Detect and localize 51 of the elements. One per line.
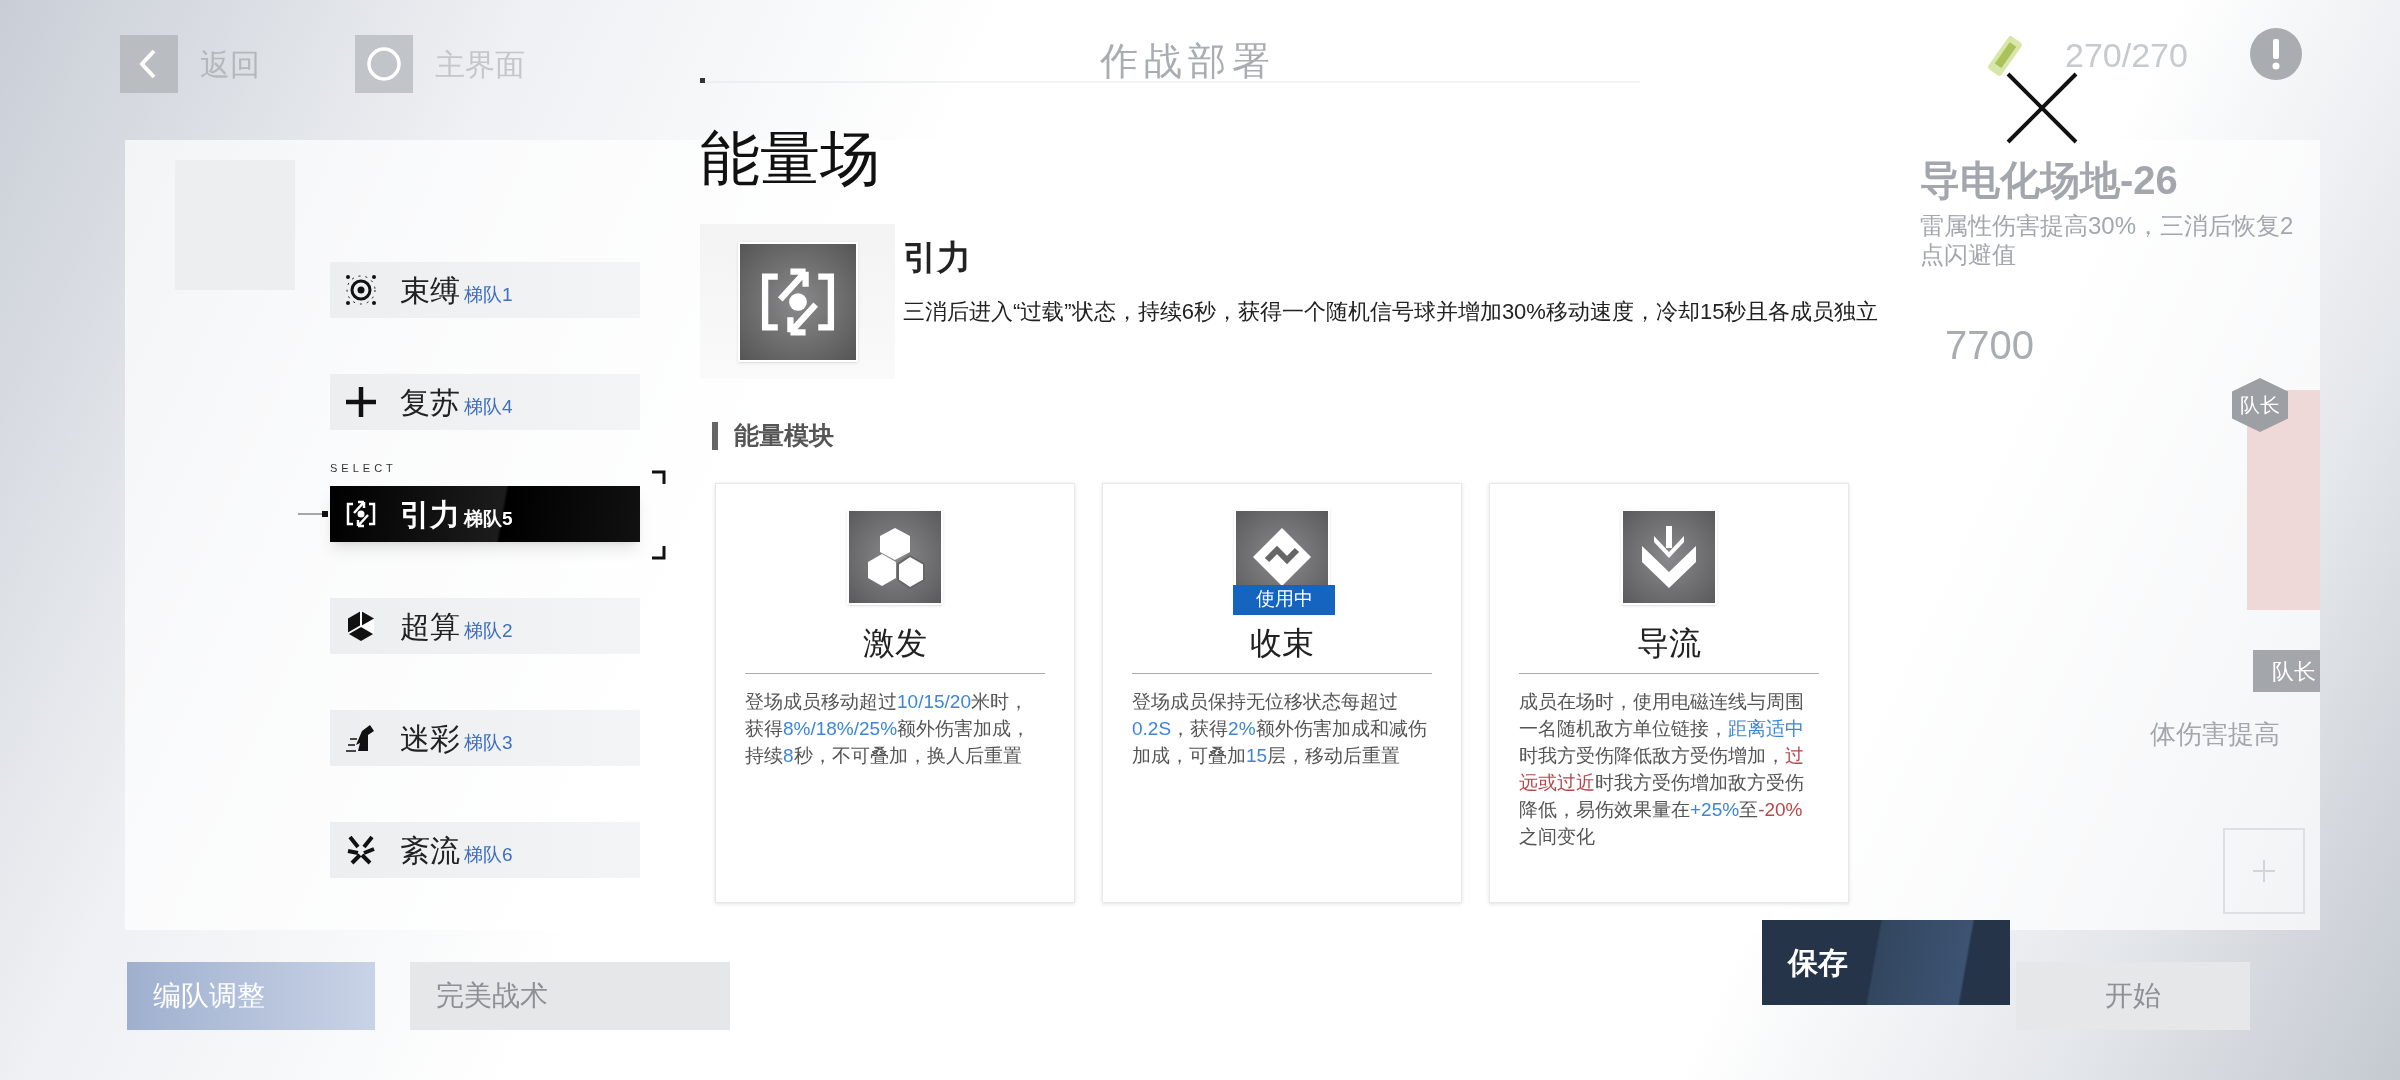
squad-label: 梯队1 bbox=[464, 282, 513, 307]
field-name: 束缚 bbox=[400, 272, 460, 309]
detail-name: 引力 bbox=[903, 237, 972, 278]
module-name: 导流 bbox=[1637, 623, 1701, 663]
squad-label: 梯队3 bbox=[464, 730, 513, 755]
page-title: 作战部署 bbox=[1100, 39, 1276, 84]
squad-label: 梯队2 bbox=[464, 618, 513, 643]
section-marker bbox=[712, 421, 718, 450]
add-slot-icon[interactable] bbox=[2223, 828, 2305, 914]
back-icon[interactable] bbox=[120, 35, 178, 93]
field-list-item[interactable]: 迷彩 梯队3 bbox=[330, 710, 640, 766]
module-name: 收束 bbox=[1250, 623, 1314, 663]
squad-label: 梯队4 bbox=[464, 394, 513, 419]
field-list-item[interactable]: 复苏 梯队4 bbox=[330, 374, 640, 430]
home-icon[interactable] bbox=[355, 35, 413, 93]
target-icon bbox=[344, 273, 378, 307]
field-name: 复苏 bbox=[400, 384, 460, 421]
plus-icon bbox=[344, 385, 378, 419]
stage-description: 点闪避值 bbox=[1920, 240, 2016, 270]
section-title: 能量模块 bbox=[734, 420, 834, 451]
in-use-badge: 使用中 bbox=[1233, 584, 1335, 615]
select-label: SELECT bbox=[330, 461, 397, 476]
stamina-counter: 270/270 bbox=[2065, 35, 2188, 76]
buff-text: 体伤害提高 bbox=[2150, 718, 2280, 751]
module-card[interactable]: 激发 登场成员移动超过10/15/20米时，获得8%/18%/25%额外伤害加成，持续8秒，不可叠加，换人后重置 bbox=[715, 482, 1075, 903]
panel-title: 能量场 bbox=[700, 124, 880, 194]
field-list-item[interactable]: 超算 梯队2 bbox=[330, 598, 640, 654]
module-description: 登场成员移动超过10/15/20米时，获得8%/18%/25%额外伤害加成，持续8秒，不可叠加，换人后重置 bbox=[745, 689, 1032, 768]
alert-icon[interactable] bbox=[2250, 28, 2302, 80]
module-card[interactable]: 使用中 收束 登场成员保持无位移状态每超过 0.2S，获得2%额外伤害加成和减伤加成，可叠加15层，移动后重置 bbox=[1102, 482, 1462, 903]
field-name: 引力 bbox=[400, 496, 460, 533]
stage-title: 导电化场地-26 bbox=[1920, 157, 2178, 204]
field-list-item[interactable]: 引力 梯队5 bbox=[330, 486, 640, 542]
field-list-item[interactable]: 紊流 梯队6 bbox=[330, 822, 640, 878]
save-button[interactable]: 保存 bbox=[1762, 920, 2010, 1005]
squad-label: 梯队6 bbox=[464, 842, 513, 867]
module-name: 激发 bbox=[863, 623, 927, 663]
field-name: 紊流 bbox=[400, 832, 460, 869]
module-card[interactable]: 导流 成员在场时，使用电磁连线与周围一名随机敌方单位链接，距离适中 时我方受伤降低敌方受伤增加，过远或过近时我方受伤增加敌方受伤降低，易伤效果量在+25%至-20% 之间变化 bbox=[1489, 482, 1849, 903]
bracket-icon bbox=[650, 470, 666, 560]
detail-description: 三消后进入“过载”状态，持续6秒，获得一个随机信号球并增加30%移动速度，冷却15秒且各成员独立 bbox=[903, 298, 1880, 326]
module-description: 登场成员保持无位移状态每超过 0.2S，获得2%额外伤害加成和减伤加成，可叠加15层，移动后重置 bbox=[1132, 689, 1428, 768]
module-description: 成员在场时，使用电磁连线与周围一名随机敌方单位链接，距离适中 时我方受伤降低敌方受伤增加，过远或过近时我方受伤增加敌方受伤降低，易伤效果量在+25%至-20% 之间变化 bbox=[1519, 689, 1805, 849]
connector-line bbox=[298, 511, 328, 517]
field-list-item[interactable]: 束缚 梯队1 bbox=[330, 262, 640, 318]
field-name: 超算 bbox=[400, 608, 460, 645]
stage-description: 雷属性伤害提高30%，三消后恢复2 bbox=[1920, 211, 2294, 241]
field-name: 迷彩 bbox=[400, 720, 460, 757]
leader-tag: 队长 bbox=[2253, 650, 2320, 692]
squad-label: 梯队5 bbox=[464, 506, 513, 531]
score-text: 7700 bbox=[1945, 322, 2034, 369]
